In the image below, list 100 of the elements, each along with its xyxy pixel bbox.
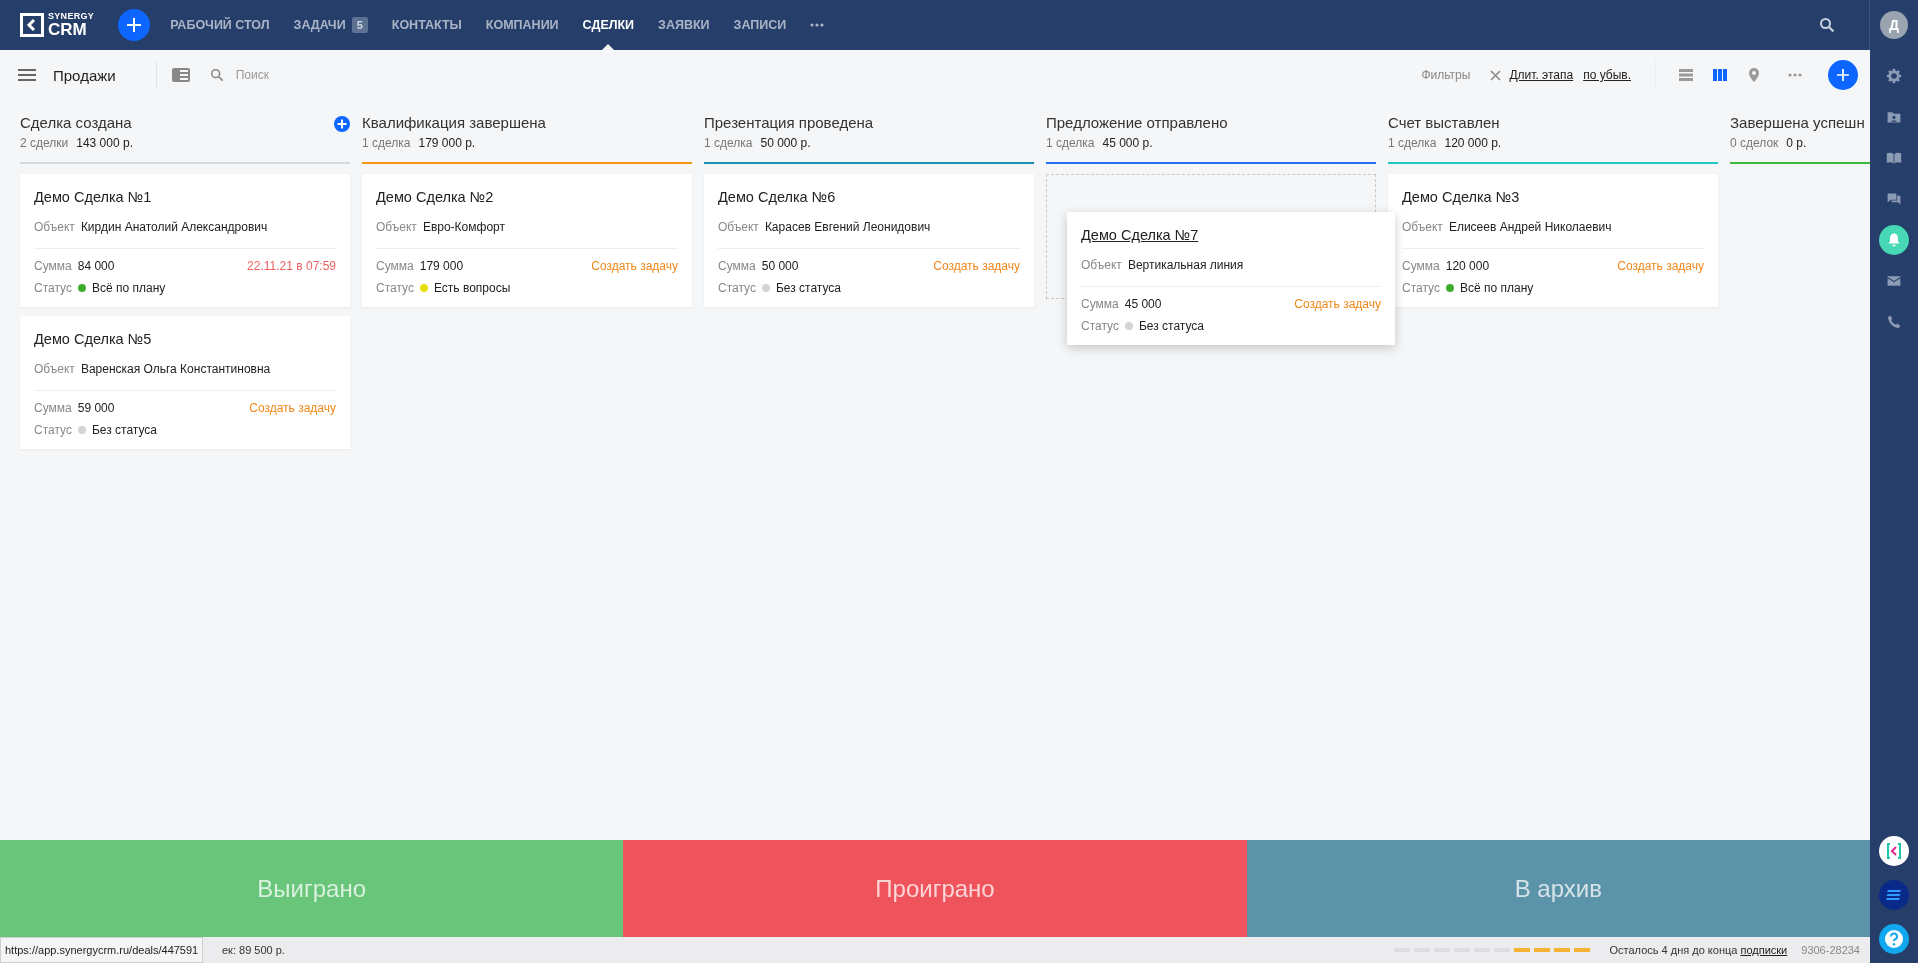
more-icon[interactable] bbox=[1788, 73, 1802, 77]
deal-count: 0 сделок bbox=[1730, 136, 1779, 150]
column-sum: 143 000 р. bbox=[76, 136, 133, 150]
deal-title[interactable]: Демо Сделка №2 bbox=[376, 189, 678, 205]
add-icon[interactable] bbox=[334, 116, 350, 132]
field-label: Сумма bbox=[34, 259, 72, 273]
field-label: Статус bbox=[718, 281, 756, 295]
deal-title[interactable]: Демо Сделка №1 bbox=[34, 189, 336, 205]
deal-sum: 179 000 bbox=[419, 259, 464, 273]
deal-title[interactable]: Демо Сделка №5 bbox=[34, 331, 336, 347]
status-text: Без статуса bbox=[1138, 319, 1204, 333]
column-sum: 0 р. bbox=[1786, 136, 1807, 150]
search-icon[interactable] bbox=[1819, 17, 1835, 33]
menu-icon[interactable] bbox=[18, 68, 36, 82]
deal-card[interactable]: Демо Сделка №5 Объект Варенская Ольга Константиновна Сумма 59 000 Создать задачу Статус Без статуса bbox=[20, 316, 350, 449]
link-tooltip: https://app.synergycrm.ru/deals/447591 bbox=[0, 937, 204, 963]
field-label: Объект bbox=[34, 362, 75, 376]
nav-tab[interactable]: КОМПАНИИ bbox=[475, 0, 569, 50]
logo-icon bbox=[20, 13, 44, 37]
count-badge: 5 bbox=[351, 17, 368, 33]
trial-notice: Осталось 4 дня до конца подписки bbox=[1609, 944, 1788, 956]
object-name: Варенская Ольга Константиновна bbox=[80, 362, 271, 376]
nav-tab[interactable]: ЗАПИСИ bbox=[723, 0, 797, 50]
status-text: Есть вопросы bbox=[433, 281, 511, 295]
column-sum: 50 000 р. bbox=[760, 136, 811, 150]
account-number: 9306-28234 bbox=[1801, 944, 1860, 956]
status-text: Всё по плану bbox=[91, 281, 166, 295]
subscription-link[interactable]: подписки bbox=[1740, 944, 1788, 956]
panel-icon[interactable] bbox=[171, 68, 190, 82]
due-date: 22.11.21 в 07:59 bbox=[247, 259, 336, 273]
column-title: Счет выставлен bbox=[1388, 114, 1501, 131]
bracket-logo-icon[interactable] bbox=[1878, 835, 1910, 867]
column-title: Завершена успешн bbox=[1730, 114, 1866, 131]
field-label: Статус bbox=[34, 423, 72, 437]
field-label: Объект bbox=[1081, 258, 1122, 272]
field-label: Сумма bbox=[718, 259, 756, 273]
column-title: Презентация проведена bbox=[704, 114, 875, 131]
more-icon[interactable] bbox=[810, 23, 825, 27]
bell-icon[interactable] bbox=[1879, 225, 1909, 255]
field-label: Объект bbox=[34, 220, 75, 234]
object-name: Карасев Евгений Леонидович bbox=[764, 220, 931, 234]
deal-title[interactable]: Демо Сделка №3 bbox=[1402, 189, 1704, 205]
stack-logo-icon[interactable] bbox=[1878, 879, 1910, 911]
field-label: Сумма bbox=[376, 259, 414, 273]
object-name: Евро-Комфорт bbox=[422, 220, 505, 234]
deal-card[interactable]: Демо Сделка №6 Объект Карасев Евгений Леонидович Сумма 50 000 Создать задачу Статус Без статуса bbox=[704, 174, 1034, 307]
add-deal-button[interactable] bbox=[1828, 60, 1858, 90]
deal-card[interactable]: Демо Сделка №2 Объект Евро-Комфорт Сумма 179 000 Создать задачу Статус Есть вопросы bbox=[362, 174, 692, 307]
field-label: Статус bbox=[34, 281, 72, 295]
status-text: Без статуса bbox=[775, 281, 841, 295]
page-title: Продажи bbox=[53, 66, 116, 84]
deal-count: 1 сделка bbox=[704, 136, 753, 150]
deal-sum: 50 000 bbox=[761, 259, 799, 273]
deal-count: 1 сделка bbox=[1388, 136, 1437, 150]
create-button[interactable] bbox=[118, 9, 151, 41]
deal-card[interactable]: Демо Сделка №3 Объект Елисеев Андрей Николаевич Сумма 120 000 Создать задачу Статус Всё по плану bbox=[1388, 174, 1718, 307]
nav-tab[interactable]: РАБОЧИЙ СТОЛ bbox=[160, 0, 280, 50]
object-name: Вертикальная линия bbox=[1127, 258, 1244, 272]
deal-sum: 84 000 bbox=[77, 259, 115, 273]
field-label: Объект bbox=[376, 220, 417, 234]
search-icon bbox=[209, 68, 224, 82]
deal-title[interactable]: Демо Сделка №7 bbox=[1081, 227, 1381, 243]
object-name: Кирдин Анатолий Александрович bbox=[80, 220, 268, 234]
field-label: Статус bbox=[1402, 281, 1440, 295]
object-name: Елисеев Андрей Николаевич bbox=[1448, 220, 1612, 234]
column-title: Предложение отправлено bbox=[1046, 114, 1229, 131]
nav-tab[interactable]: ЗАДАЧИ 5 bbox=[283, 0, 378, 50]
status-text: Без статуса bbox=[91, 423, 157, 437]
nav-tab[interactable]: СДЕЛКИ bbox=[572, 0, 645, 50]
sort-field-link[interactable]: Длит. этапа bbox=[1509, 68, 1574, 82]
deal-count: 1 сделка bbox=[362, 136, 411, 150]
status-text: Всё по плану bbox=[1459, 281, 1534, 295]
logo-text: SYNERGY bbox=[48, 12, 95, 21]
deal-sum: 59 000 bbox=[77, 401, 115, 415]
search-field[interactable]: Поиск bbox=[233, 67, 438, 83]
deal-card[interactable]: Демо Сделка №7 Объект Вертикальная линия Сумма 45 000 Создать задачу Статус Без статуса bbox=[1067, 212, 1395, 345]
plus-icon bbox=[127, 18, 142, 32]
logo-text: CRM bbox=[48, 21, 88, 38]
deal-card[interactable]: Демо Сделка №1 Объект Кирдин Анатолий Александрович Сумма 84 000 22.11.21 в 07:59 Статус Всё по плану bbox=[20, 174, 350, 307]
field-label: Сумма bbox=[1402, 259, 1440, 273]
column-title: Квалификация завершена bbox=[362, 114, 547, 131]
sort-order-link[interactable]: по убыв. bbox=[1583, 68, 1631, 82]
field-label: Сумма bbox=[34, 401, 72, 415]
nav-tab[interactable]: КОНТАКТЫ bbox=[381, 0, 472, 50]
help-icon[interactable] bbox=[1878, 923, 1910, 955]
column-sum: 120 000 р. bbox=[1444, 136, 1502, 150]
deal-title[interactable]: Демо Сделка №6 bbox=[718, 189, 1020, 205]
deal-count: 2 сделки bbox=[20, 136, 69, 150]
deal-sum: 120 000 bbox=[1445, 259, 1490, 273]
field-label: Сумма bbox=[1081, 297, 1119, 311]
column-sum: 45 000 р. bbox=[1102, 136, 1153, 150]
total-sum: ек: 89 500 р. bbox=[222, 944, 285, 956]
field-label: Статус bbox=[376, 281, 414, 295]
field-label: Объект bbox=[718, 220, 759, 234]
close-icon[interactable] bbox=[1490, 69, 1502, 81]
column-sum: 179 000 р. bbox=[418, 136, 476, 150]
nav-tab[interactable]: ЗАЯВКИ bbox=[648, 0, 720, 50]
plus-icon bbox=[1837, 69, 1849, 81]
deal-sum: 45 000 bbox=[1124, 297, 1162, 311]
deal-count: 1 сделка bbox=[1046, 136, 1095, 150]
